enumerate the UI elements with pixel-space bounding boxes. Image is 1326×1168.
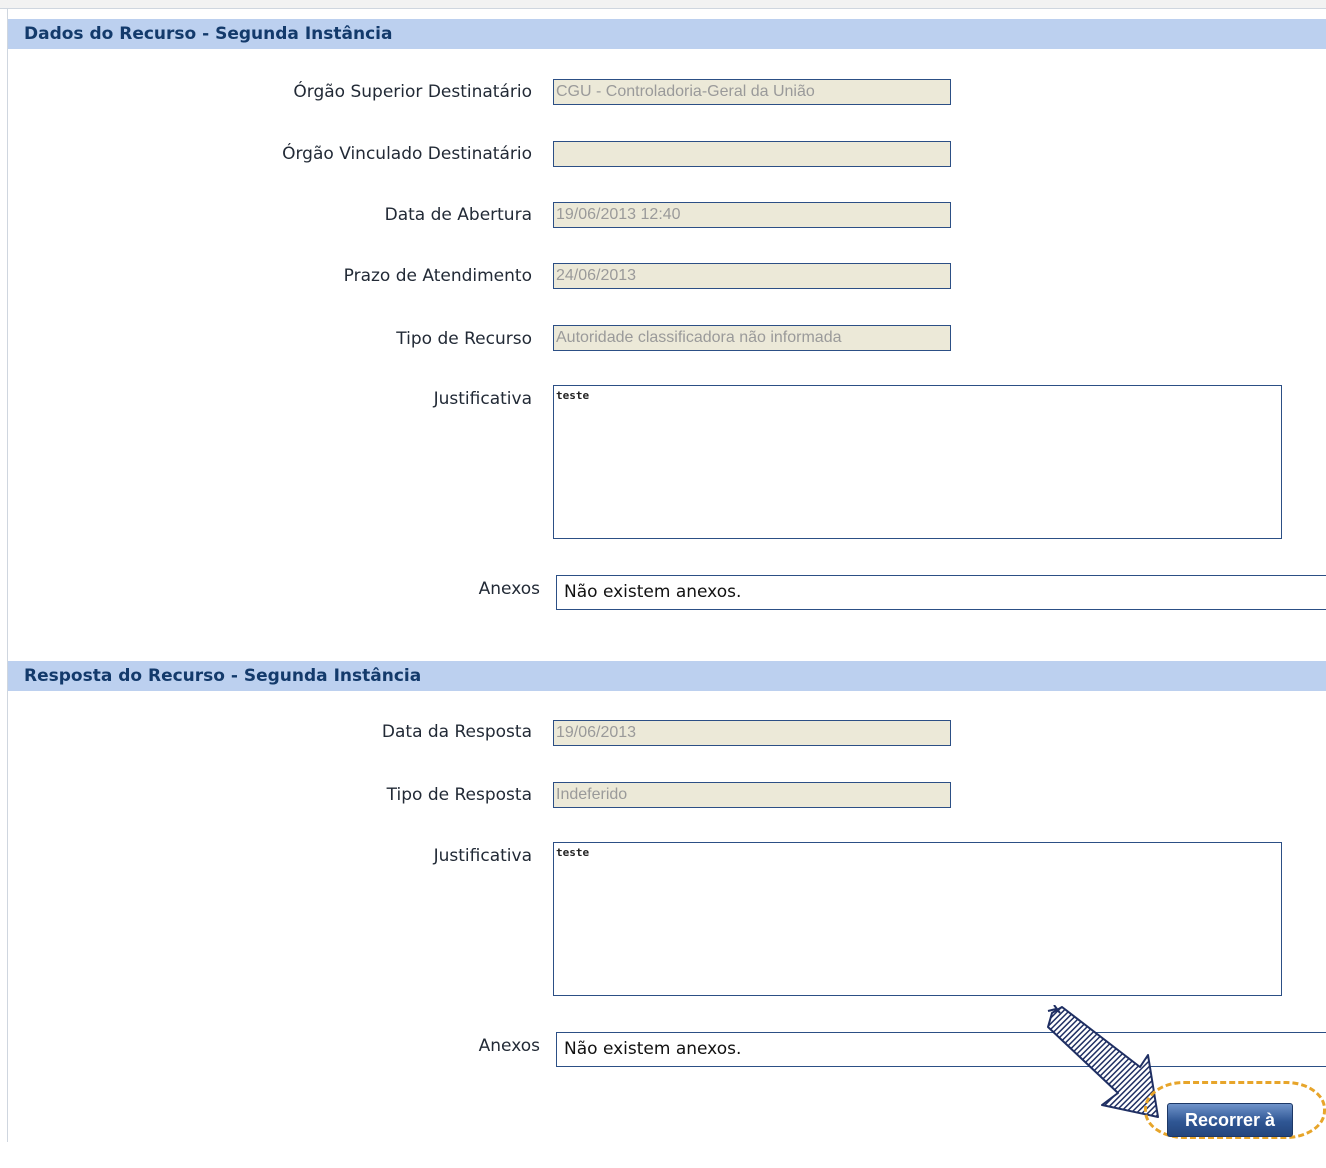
- section-header-dados-recurso: Dados do Recurso - Segunda Instância: [8, 19, 1326, 49]
- tipo-recurso-field[interactable]: Autoridade classificadora não informada: [553, 325, 951, 351]
- prazo-atendimento-field[interactable]: 24/06/2013: [553, 263, 951, 289]
- window-left-border: [7, 8, 8, 1142]
- data-abertura-field[interactable]: 19/06/2013 12:40: [553, 202, 951, 228]
- arrow-pointer-icon: [1047, 1005, 1159, 1118]
- tipo-resposta-field[interactable]: Indeferido: [553, 782, 951, 808]
- label-orgao-vinculado: Órgão Vinculado Destinatário: [282, 144, 532, 164]
- data-resposta-field[interactable]: 19/06/2013: [553, 720, 951, 746]
- label-justificativa-recurso: Justificativa: [433, 389, 532, 409]
- label-orgao-superior: Órgão Superior Destinatário: [293, 82, 532, 102]
- label-anexos-resposta: Anexos: [478, 1036, 540, 1056]
- label-prazo-atendimento: Prazo de Atendimento: [343, 266, 532, 286]
- window-top-border: [0, 0, 1326, 9]
- label-data-abertura: Data de Abertura: [384, 205, 532, 225]
- justificativa-resposta-textarea[interactable]: teste: [553, 842, 1282, 996]
- justificativa-recurso-textarea[interactable]: teste: [553, 385, 1282, 539]
- label-tipo-resposta: Tipo de Resposta: [386, 785, 532, 805]
- orgao-vinculado-field[interactable]: [553, 141, 951, 167]
- label-anexos-recurso: Anexos: [478, 579, 540, 599]
- label-justificativa-resposta: Justificativa: [433, 846, 532, 866]
- recorrer-cgu-button[interactable]: Recorrer à CGU: [1167, 1103, 1293, 1162]
- anexos-recurso-box: Não existem anexos.: [556, 575, 1326, 610]
- section-header-resposta-recurso: Resposta do Recurso - Segunda Instância: [8, 661, 1326, 691]
- label-data-resposta: Data da Resposta: [381, 722, 532, 742]
- orgao-superior-field[interactable]: CGU - Controladoria-Geral da União: [553, 79, 951, 105]
- anexos-resposta-box: Não existem anexos.: [556, 1032, 1326, 1067]
- label-tipo-recurso: Tipo de Recurso: [396, 329, 532, 349]
